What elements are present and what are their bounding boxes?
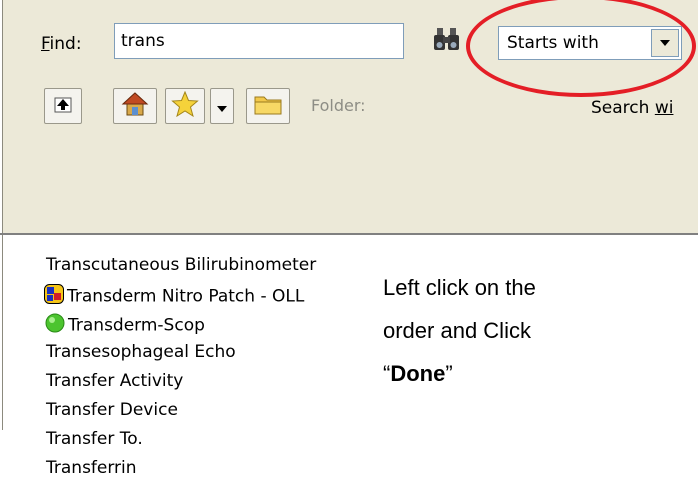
order-set-icon [44,284,64,309]
find-label: Find: [41,34,82,54]
folder-button[interactable] [246,88,290,124]
list-item[interactable]: Transderm-Scop [45,313,205,338]
list-item[interactable]: Transfer Activity [46,371,183,391]
list-item[interactable]: Transfer To. [46,429,143,449]
list-item[interactable]: Transferrin [46,458,137,478]
find-input[interactable] [114,23,404,59]
list-item[interactable]: Transcutaneous Bilirubinometer [46,255,316,275]
folder-label: Folder: [311,96,366,115]
chevron-down-icon [217,97,227,116]
up-folder-button[interactable] [44,88,82,124]
favorites-button[interactable] [165,88,205,124]
folder-icon [253,92,283,120]
chevron-down-icon[interactable] [651,29,679,57]
green-dot-icon [45,313,65,338]
list-item[interactable]: Transfer Device [46,400,178,420]
instruction-line-2: order and Click [383,318,531,343]
search-within-label[interactable]: Search wi [591,98,673,118]
binoculars-icon[interactable] [432,27,462,53]
home-icon [121,91,149,121]
star-icon [171,90,199,121]
list-item[interactable]: Transderm Nitro Patch - OLL [44,284,304,309]
instruction-line-1: Left click on the [383,275,536,300]
favorites-dropdown-button[interactable] [210,88,234,124]
search-mode-select[interactable]: Starts with [498,26,682,60]
search-mode-value: Starts with [507,33,599,53]
list-item[interactable]: Transesophageal Echo [46,342,236,362]
up-arrow-icon [52,93,74,119]
home-button[interactable] [113,88,157,124]
instruction-line-3: “Done” [383,361,453,386]
